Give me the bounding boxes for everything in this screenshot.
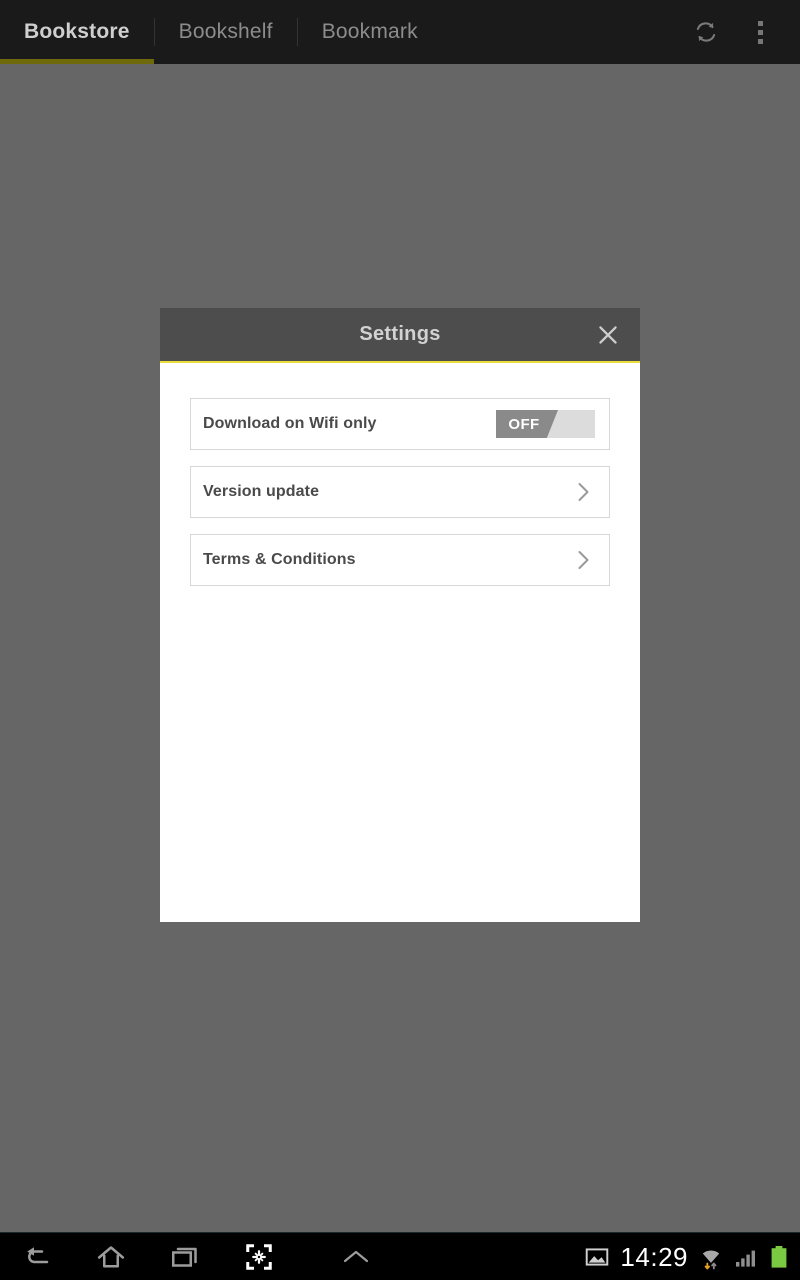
back-button[interactable] xyxy=(0,1233,74,1280)
toggle-state-label: OFF xyxy=(508,415,540,433)
setting-row-terms-conditions[interactable]: Terms & Conditions xyxy=(190,534,610,586)
refresh-button[interactable] xyxy=(682,8,730,56)
tab-bookstore[interactable]: Bookstore xyxy=(0,0,154,64)
top-tab-bar: Bookstore Bookshelf Bookmark xyxy=(0,0,800,64)
setting-row-download-wifi[interactable]: Download on Wifi only OFF xyxy=(190,398,610,450)
system-navigation-bar: 14:29 xyxy=(0,1232,800,1280)
tab-bookmark-label: Bookmark xyxy=(321,20,418,43)
signal-status-button[interactable] xyxy=(734,1245,758,1269)
dialog-body: Download on Wifi only OFF Version update xyxy=(160,363,640,922)
setting-label-download-wifi: Download on Wifi only xyxy=(203,415,377,432)
overflow-menu-icon xyxy=(757,20,763,44)
setting-control-download-wifi: OFF xyxy=(496,410,595,438)
chevron-right-icon xyxy=(578,551,589,569)
wifi-only-toggle[interactable]: OFF xyxy=(496,410,595,438)
home-icon xyxy=(97,1245,125,1267)
wifi-icon xyxy=(702,1249,720,1269)
tab-active-underline xyxy=(0,59,154,64)
overflow-menu-button[interactable] xyxy=(736,8,784,56)
back-icon xyxy=(27,1246,49,1263)
status-icons: 14:29 xyxy=(584,1244,800,1270)
screenshot-button[interactable] xyxy=(222,1233,296,1280)
tab-bookshelf-label: Bookshelf xyxy=(178,20,273,43)
signal-icon xyxy=(736,1250,755,1267)
screenshot-icon xyxy=(246,1243,272,1270)
screenshot-notification-button[interactable] xyxy=(584,1244,610,1270)
setting-control-version-update xyxy=(571,480,595,504)
app-screen: Bookstore Bookshelf Bookmark Settings Do… xyxy=(0,0,800,1280)
status-clock[interactable]: 14:29 xyxy=(620,1244,688,1270)
battery-icon xyxy=(771,1245,787,1268)
tab-bookshelf[interactable]: Bookshelf xyxy=(155,0,297,64)
recent-apps-button[interactable] xyxy=(148,1233,222,1280)
dialog-header: Settings xyxy=(160,308,640,363)
dialog-title: Settings xyxy=(359,323,441,345)
setting-control-terms-conditions xyxy=(571,548,595,572)
battery-status-button[interactable] xyxy=(768,1244,790,1270)
chevron-right-icon xyxy=(578,483,589,501)
tab-bookmark[interactable]: Bookmark xyxy=(298,0,442,64)
close-icon xyxy=(599,325,617,344)
tab-bookstore-label: Bookstore xyxy=(24,20,130,43)
setting-row-version-update[interactable]: Version update xyxy=(190,466,610,518)
settings-dialog: Settings Download on Wifi only OFF Versi… xyxy=(160,308,640,922)
screenshot-notification-icon xyxy=(586,1247,609,1266)
setting-label-terms-conditions: Terms & Conditions xyxy=(203,551,356,568)
refresh-icon xyxy=(696,22,716,42)
expand-button[interactable] xyxy=(296,1233,416,1280)
recents-icon xyxy=(171,1247,197,1267)
topbar-actions xyxy=(682,8,800,56)
nav-buttons xyxy=(0,1233,416,1280)
wifi-status-button[interactable] xyxy=(698,1244,724,1270)
close-button[interactable] xyxy=(586,313,630,357)
tab-list: Bookstore Bookshelf Bookmark xyxy=(0,0,442,64)
chevron-up-icon xyxy=(343,1250,369,1262)
setting-label-version-update: Version update xyxy=(203,483,320,500)
home-button[interactable] xyxy=(74,1233,148,1280)
